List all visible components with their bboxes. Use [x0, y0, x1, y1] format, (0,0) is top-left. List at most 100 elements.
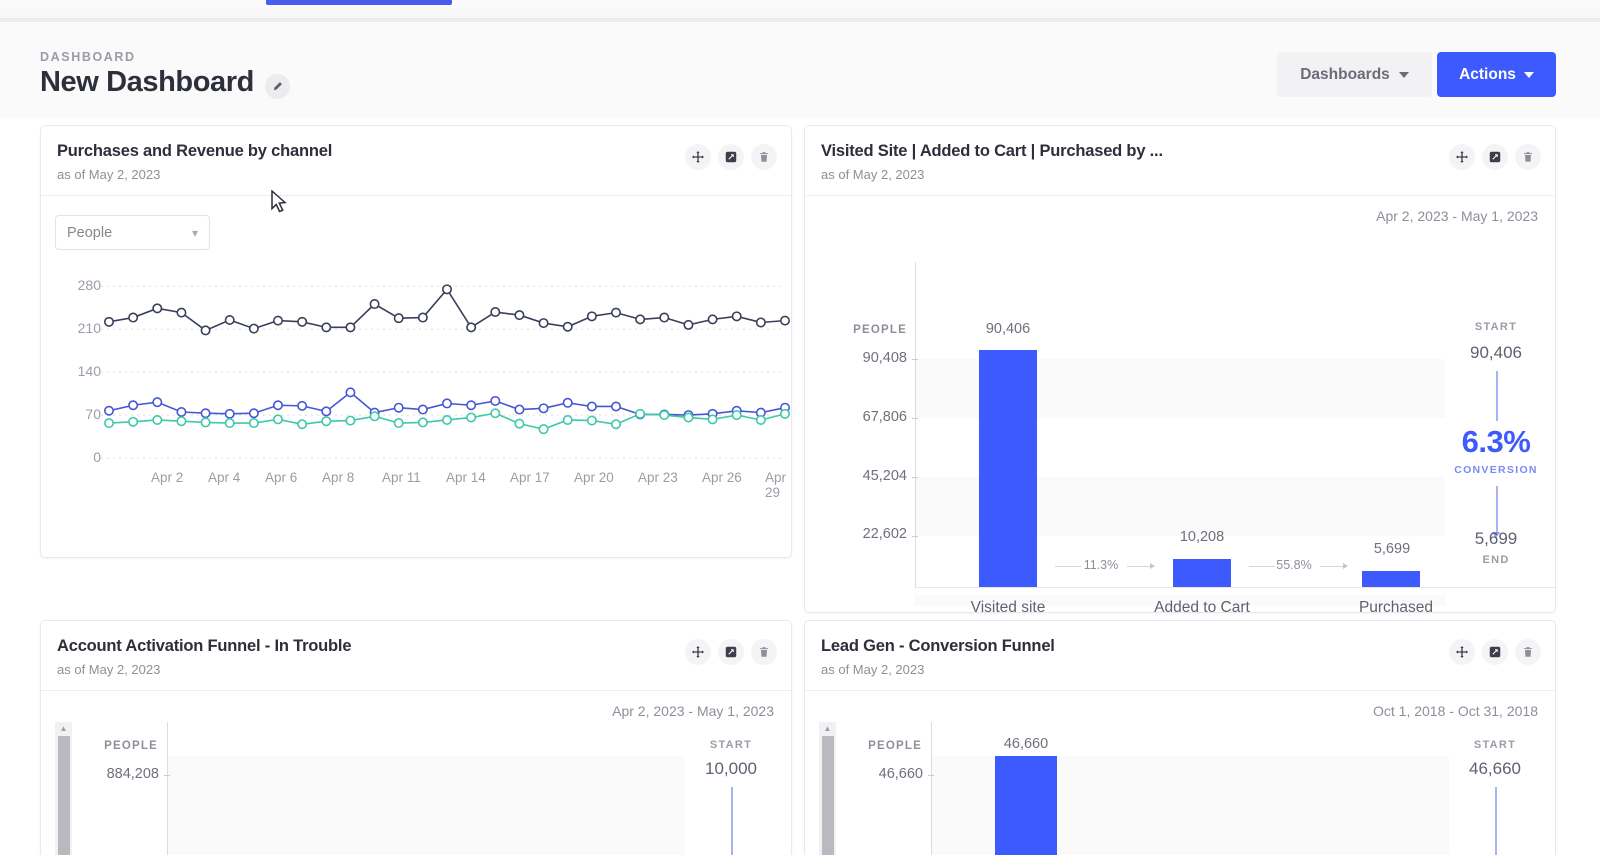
delete-card-button[interactable]: [1515, 144, 1541, 170]
step-conversion-label: 11.3%: [1083, 558, 1119, 572]
x-tick-label: Apr 23: [638, 470, 678, 485]
metric-select[interactable]: People ▾: [55, 215, 210, 250]
category-label: Purchased: [1358, 599, 1434, 613]
chevron-down-icon: ▾: [191, 225, 198, 240]
move-icon: [1456, 646, 1468, 658]
funnel-bar[interactable]: [979, 350, 1037, 587]
edit-title-button[interactable]: [265, 74, 290, 99]
vertical-scrollbar[interactable]: ▲: [55, 722, 72, 855]
category-label: Visited site: [970, 599, 1046, 613]
y-axis-line: [167, 722, 168, 855]
move-icon: [1456, 151, 1468, 163]
summary-start-label: START: [709, 739, 753, 751]
date-range-label: Oct 1, 2018 - Oct 31, 2018: [1373, 703, 1538, 719]
bar-value-label: 90,406: [985, 321, 1031, 337]
date-range-label: Apr 2, 2023 - May 1, 2023: [612, 703, 774, 719]
scroll-up-arrow-icon[interactable]: ▲: [55, 724, 72, 733]
card-title: Purchases and Revenue by channel: [57, 142, 333, 160]
funnel-chart: PEOPLE 90,408 67,806 45,204 22,602 90,40…: [805, 196, 1555, 613]
y-tick-label: 67,806: [862, 409, 907, 425]
summary-conversion-value: 6.3%: [1461, 424, 1531, 459]
bar-value-label: 10,208: [1179, 529, 1225, 545]
card-body: Apr 2, 2023 - May 1, 2023 PEOPLE 90,408 …: [805, 196, 1555, 613]
pencil-icon: [273, 82, 282, 91]
x-tick-label: Apr 6: [265, 470, 298, 485]
arrow-right-icon: [1343, 563, 1348, 569]
expand-icon: [1489, 151, 1501, 163]
card-subtitle: as of May 2, 2023: [57, 167, 161, 182]
card-body: Apr 2, 2023 - May 1, 2023 ▲ PEOPLE 884,2…: [41, 691, 791, 855]
delete-card-button[interactable]: [751, 639, 777, 665]
expand-card-button[interactable]: [1482, 144, 1508, 170]
y-tick-label: 0: [93, 449, 101, 465]
chevron-down-icon: [1523, 71, 1534, 78]
bar-value-label: 5,699: [1373, 541, 1411, 557]
actions-button-label: Actions: [1459, 65, 1516, 83]
delete-card-button[interactable]: [751, 144, 777, 170]
vertical-scrollbar[interactable]: ▲: [819, 722, 836, 855]
y-axis-line: [915, 262, 916, 587]
scrollbar-thumb[interactable]: [58, 736, 70, 855]
line-chart-plot: [101, 284, 790, 459]
expand-card-button[interactable]: [1482, 639, 1508, 665]
card-toolbar: [685, 639, 777, 665]
trash-icon: [1524, 647, 1532, 657]
scroll-up-arrow-icon[interactable]: ▲: [819, 724, 836, 733]
card-header: Account Activation Funnel - In Trouble a…: [41, 621, 791, 691]
expand-card-button[interactable]: [718, 144, 744, 170]
mouse-cursor-icon: [271, 190, 287, 213]
card-header: Visited Site | Added to Cart | Purchased…: [805, 126, 1555, 196]
dashboards-button[interactable]: Dashboards: [1277, 52, 1432, 97]
card-toolbar: [685, 144, 777, 170]
page-title: New Dashboard: [40, 66, 254, 98]
x-tick-label: Apr 20: [574, 470, 614, 485]
card-toolbar: [1449, 144, 1541, 170]
card-subtitle: as of May 2, 2023: [821, 167, 925, 182]
summary-connector: [1496, 371, 1498, 421]
card-toolbar: [1449, 639, 1541, 665]
expand-icon: [1489, 646, 1501, 658]
category-label: Added to Cart: [1154, 599, 1250, 613]
card-header: Purchases and Revenue by channel as of M…: [41, 126, 791, 196]
dashboards-button-label: Dashboards: [1300, 65, 1390, 83]
card-header: Lead Gen - Conversion Funnel as of May 2…: [805, 621, 1555, 691]
active-tab-indicator[interactable]: [266, 0, 452, 5]
card-lead-gen-funnel: Lead Gen - Conversion Funnel as of May 2…: [804, 620, 1556, 855]
funnel-bar[interactable]: [995, 756, 1057, 855]
y-tick-mark: [912, 536, 918, 537]
bar-value-label: 46,660: [1003, 736, 1049, 752]
scrollbar-thumb[interactable]: [822, 736, 834, 855]
card-title: Lead Gen - Conversion Funnel: [821, 637, 1055, 655]
y-tick-mark: [164, 775, 170, 776]
trash-icon: [760, 647, 768, 657]
y-tick-mark: [912, 418, 918, 419]
page-header: DASHBOARD New Dashboard Dashboards Actio…: [0, 22, 1600, 118]
summary-start-label: START: [1474, 321, 1518, 333]
actions-button[interactable]: Actions: [1437, 52, 1556, 97]
y-tick-label: 45,204: [862, 468, 907, 484]
summary-conversion-label: CONVERSION: [1454, 464, 1538, 476]
move-card-button[interactable]: [1449, 144, 1475, 170]
y-tick-mark: [912, 477, 918, 478]
summary-start-value: 10,000: [705, 759, 757, 778]
y-tick-label: 70: [85, 406, 101, 423]
card-body: Oct 1, 2018 - Oct 31, 2018 ▲ PEOPLE 46,6…: [805, 691, 1555, 855]
chevron-down-icon: [1398, 71, 1409, 78]
summary-connector: [1495, 787, 1497, 855]
expand-card-button[interactable]: [718, 639, 744, 665]
funnel-bar[interactable]: [1362, 571, 1420, 587]
move-card-button[interactable]: [685, 639, 711, 665]
y-tick-label: 90,408: [862, 350, 907, 366]
move-card-button[interactable]: [685, 144, 711, 170]
move-card-button[interactable]: [1449, 639, 1475, 665]
funnel-bar[interactable]: [1173, 559, 1231, 587]
delete-card-button[interactable]: [1515, 639, 1541, 665]
trash-icon: [760, 152, 768, 162]
card-visited-site-funnel: Visited Site | Added to Cart | Purchased…: [804, 125, 1556, 613]
card-purchases-and-revenue: Purchases and Revenue by channel as of M…: [40, 125, 792, 558]
card-subtitle: as of May 2, 2023: [821, 662, 925, 677]
y-tick-label: 22,602: [862, 526, 907, 542]
x-tick-label: Apr 26: [702, 470, 742, 485]
x-tick-label: Apr 8: [322, 470, 355, 485]
y-tick-mark: [928, 775, 934, 776]
